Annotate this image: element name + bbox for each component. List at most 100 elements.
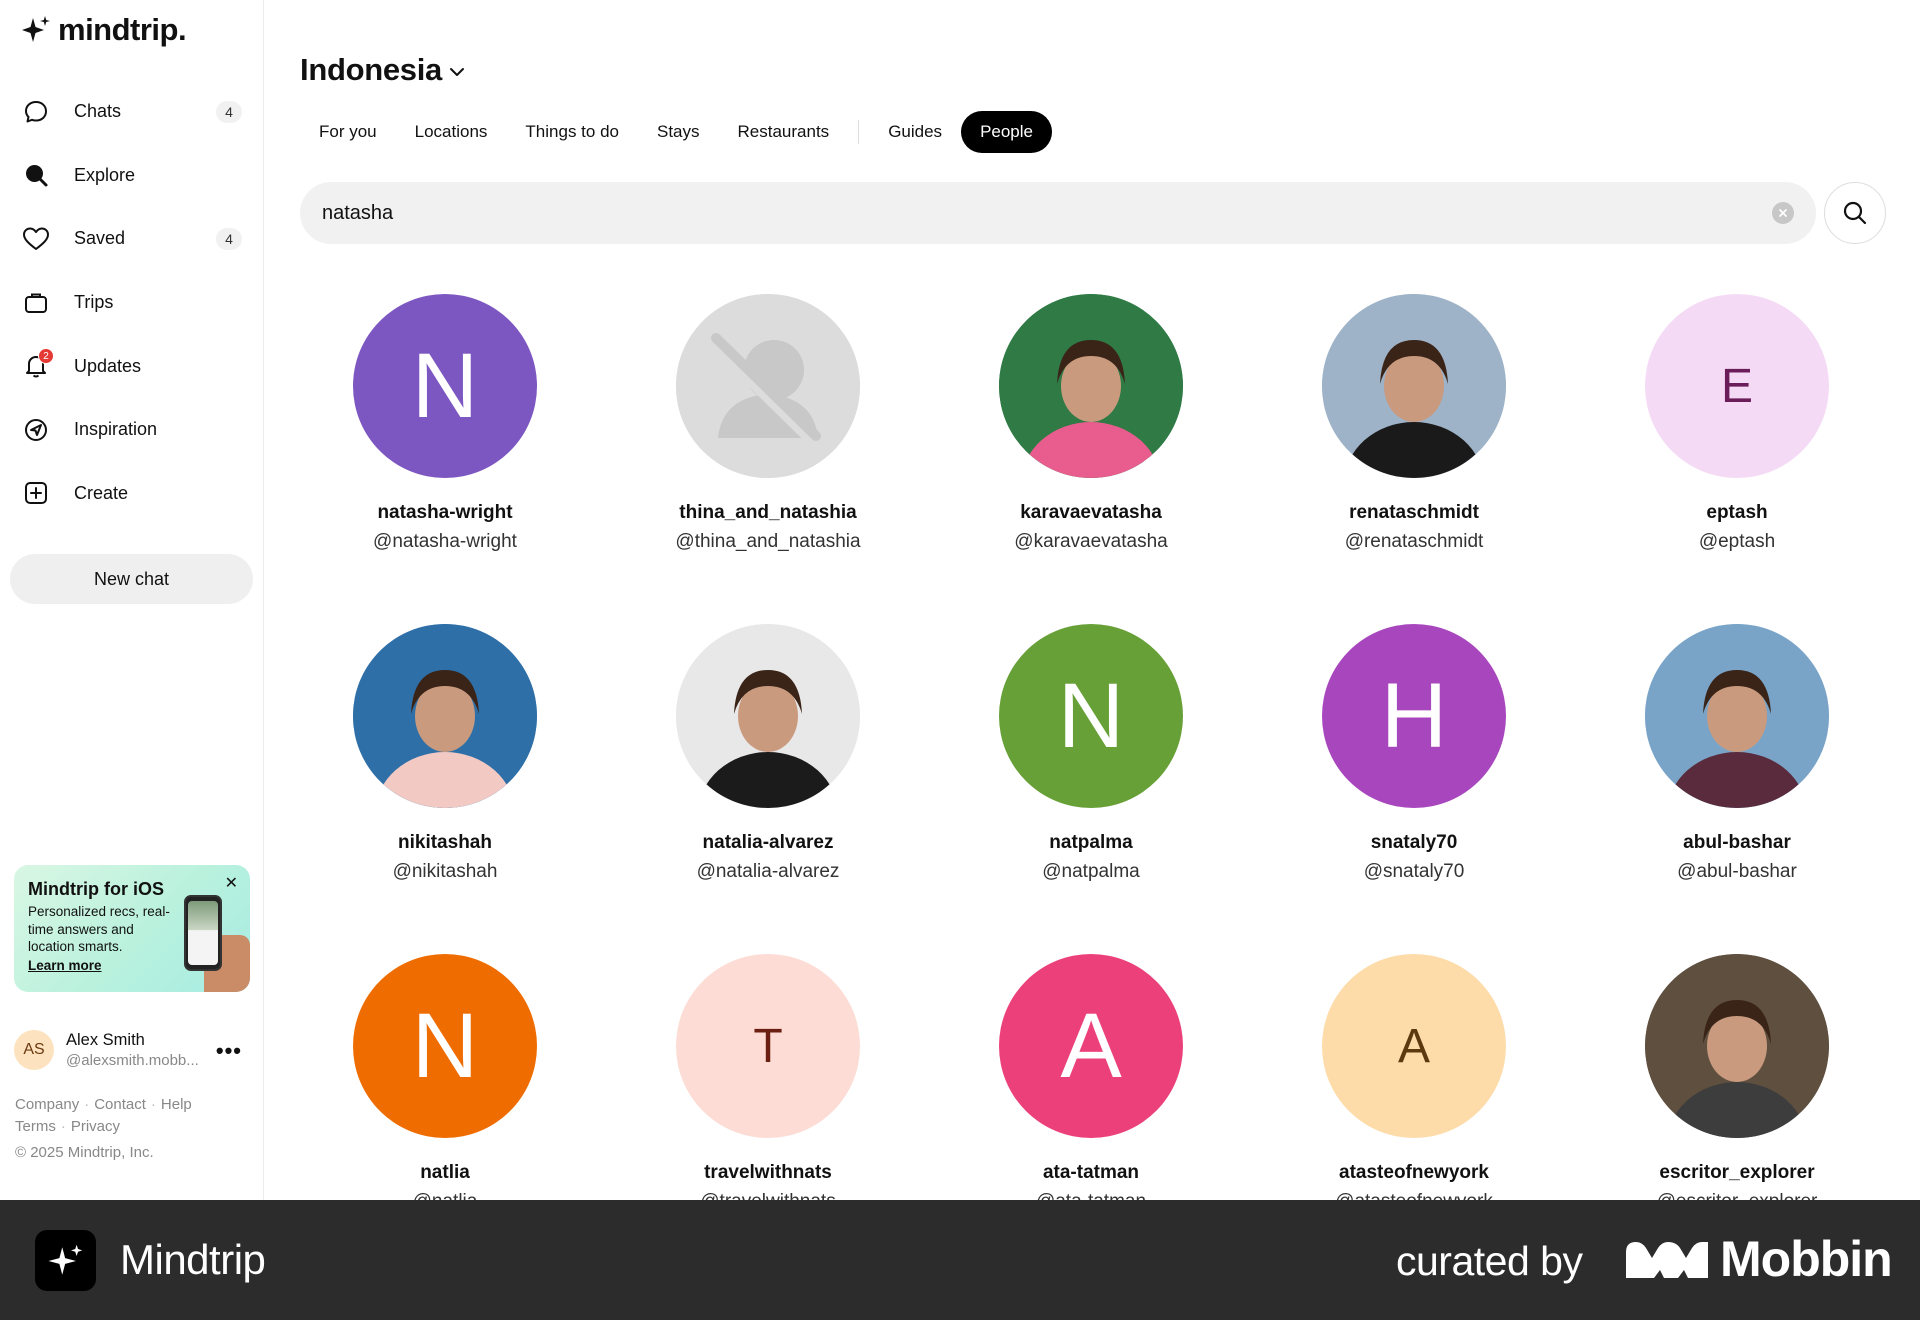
more-options-icon[interactable]: •••: [216, 1038, 242, 1064]
person-card[interactable]: nikitashah @nikitashah: [295, 624, 595, 883]
avatar-initial: E: [1720, 359, 1753, 413]
search-icon: [1843, 201, 1867, 225]
chevron-down-icon: [450, 68, 464, 76]
explore-search-icon: [22, 161, 50, 189]
clear-search-icon[interactable]: [1772, 202, 1794, 224]
avatar: [1645, 954, 1829, 1138]
person-name: snataly70: [1370, 832, 1458, 853]
tab-guides[interactable]: Guides: [869, 111, 961, 153]
avatar: [1322, 294, 1506, 478]
tab-divider: [858, 120, 860, 144]
avatar: N: [353, 954, 537, 1138]
person-card[interactable]: karavaevatasha @karavaevatasha: [941, 294, 1241, 553]
sidebar-item-inspiration[interactable]: Inspiration: [10, 398, 254, 462]
person-name: ata-tatman: [1042, 1162, 1140, 1183]
banner-app-name: Mindtrip: [120, 1236, 266, 1283]
sidebar-item-create[interactable]: Create: [10, 462, 254, 526]
avatar: N: [353, 294, 537, 478]
avatar: AS: [14, 1030, 54, 1070]
person-handle: @atasteofnewyork: [1264, 1191, 1564, 1200]
avatar-initial: N: [1057, 664, 1125, 767]
tab-for-you[interactable]: For you: [300, 111, 396, 153]
avatar: N: [999, 624, 1183, 808]
ios-promo-card[interactable]: Mindtrip for iOS Personalized recs, real…: [14, 865, 250, 992]
privacy-link[interactable]: Privacy: [71, 1118, 120, 1135]
person-handle: @snataly70: [1363, 861, 1465, 882]
person-name: thina_and_natashia: [679, 502, 857, 523]
person-handle: @travelwithnats: [618, 1191, 918, 1200]
person-name: karavaevatasha: [1020, 502, 1162, 523]
terms-link[interactable]: Terms: [15, 1118, 56, 1135]
avatar-initial: A: [1397, 1019, 1430, 1073]
person-handle: @natalia-alvarez: [696, 861, 840, 882]
person-card[interactable]: Eeptash @eptash: [1587, 294, 1887, 553]
person-card[interactable]: natalia-alvarez @natalia-alvarez: [618, 624, 918, 883]
compass-icon: [22, 416, 50, 444]
curated-banner: Mindtrip curated by Mobbin: [0, 1200, 1920, 1320]
person-handle: @natasha-wright: [373, 531, 517, 552]
sparkle-logo-icon: [22, 16, 50, 42]
sidebar-item-label: Chats: [74, 101, 122, 122]
footer-links: Company · Contact · Help Terms · Privacy: [15, 1096, 192, 1135]
learn-more-link[interactable]: Learn more: [28, 958, 102, 973]
person-handle: @thina_and_natashia: [675, 531, 861, 552]
avatar: [676, 624, 860, 808]
tab-restaurants[interactable]: Restaurants: [719, 111, 849, 153]
sidebar-item-label: Saved: [74, 228, 126, 249]
bell-icon: 2: [22, 348, 54, 380]
page-title: Indonesia: [300, 52, 442, 87]
help-link[interactable]: Help: [161, 1096, 192, 1113]
person-card[interactable]: Aatasteofnewyork @atasteofnewyork: [1264, 954, 1564, 1200]
avatar-initial: H: [1380, 664, 1448, 767]
person-handle: @ata-tatman: [941, 1191, 1241, 1200]
close-icon[interactable]: ✕: [225, 873, 238, 893]
person-handle: @escritor_explorer: [1587, 1191, 1887, 1200]
tab-people[interactable]: People: [961, 111, 1052, 153]
person-name: natpalma: [1049, 832, 1133, 853]
sidebar-item-label: Create: [74, 482, 129, 503]
avatar: E: [1645, 294, 1829, 478]
person-card[interactable]: Aata-tatman @ata-tatman: [941, 954, 1241, 1200]
sidebar-item-saved[interactable]: Saved 4: [10, 207, 254, 271]
heart-icon: [22, 225, 50, 253]
sidebar-item-chats[interactable]: Chats 4: [10, 80, 254, 144]
avatar: A: [999, 954, 1183, 1138]
person-card[interactable]: Nnatasha-wright @natasha-wright: [295, 294, 595, 553]
person-card[interactable]: Nnatpalma @natpalma: [941, 624, 1241, 883]
contact-link[interactable]: Contact: [94, 1096, 146, 1113]
new-chat-button[interactable]: New chat: [10, 554, 253, 604]
person-card[interactable]: Hsnataly70 @snataly70: [1264, 624, 1564, 883]
mindtrip-app-icon: [35, 1230, 96, 1291]
tab-locations[interactable]: Locations: [396, 111, 507, 153]
destination-selector[interactable]: Indonesia: [300, 52, 466, 88]
person-card[interactable]: escritor_explorer @escritor_explorer: [1587, 954, 1887, 1200]
person-card[interactable]: renataschmidt @renataschmidt: [1264, 294, 1564, 553]
user-profile[interactable]: AS Alex Smith @alexsmith.mobb... •••: [14, 1028, 250, 1072]
sidebar-item-trips[interactable]: Trips: [10, 271, 254, 335]
person-name: natlia: [420, 1162, 470, 1183]
suitcase-icon: [22, 289, 50, 317]
count-badge: 4: [216, 227, 242, 250]
person-card[interactable]: abul-bashar @abul-bashar: [1587, 624, 1887, 883]
logo-text: mindtrip.: [58, 12, 187, 47]
person-card[interactable]: Nnatlia @natlia: [295, 954, 595, 1200]
category-tabs: For you Locations Things to do Stays Restaur…: [300, 111, 1052, 153]
person-handle: @karavaevatasha: [1014, 531, 1168, 552]
sidebar-item-updates[interactable]: 2 Updates: [10, 334, 254, 398]
tab-things-to-do[interactable]: Things to do: [506, 111, 638, 153]
company-link[interactable]: Company: [15, 1096, 79, 1113]
mindtrip-logo[interactable]: mindtrip.: [20, 12, 187, 48]
main-content: Indonesia For you Locations Things to do St…: [265, 0, 1920, 1200]
person-card[interactable]: thina_and_natashia @thina_and_natashia: [618, 294, 918, 553]
person-card[interactable]: Ttravelwithnats @travelwithnats: [618, 954, 918, 1200]
search-input[interactable]: [322, 201, 1772, 225]
tab-stays[interactable]: Stays: [638, 111, 719, 153]
person-handle: @renataschmidt: [1344, 531, 1484, 552]
search-button[interactable]: [1824, 182, 1886, 244]
sidebar-item-explore[interactable]: Explore: [10, 144, 254, 208]
ios-promo-description: Personalized recs, real-time answers and…: [28, 904, 170, 954]
mobbin-brand: Mobbin: [1720, 1231, 1893, 1287]
curated-by-text: curated by: [1396, 1238, 1583, 1284]
sidebar-nav: Chats 4 Explore Saved 4 Trips 2 Updates Inspirat…: [10, 80, 254, 525]
avatar: [1645, 624, 1829, 808]
